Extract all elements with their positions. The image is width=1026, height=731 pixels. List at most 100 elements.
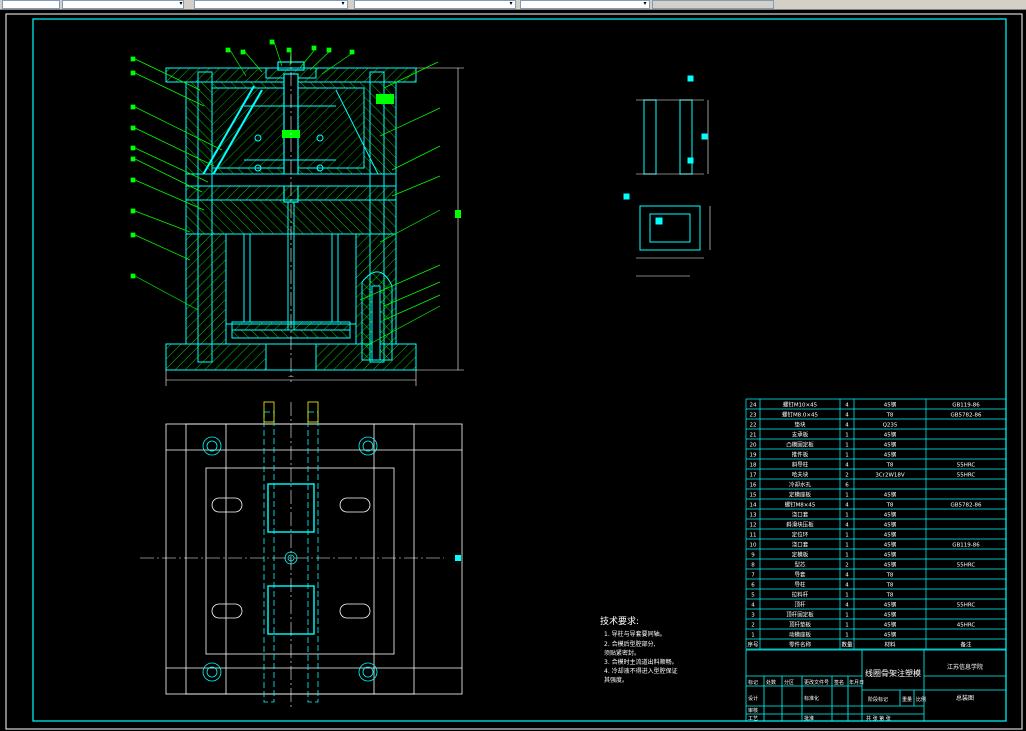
part-name: 定模板 <box>792 551 809 559</box>
part-name: 浇口套 <box>792 511 809 519</box>
part-material: T8 <box>886 503 894 509</box>
part-name: 凸模固定板 <box>786 441 814 449</box>
header-note: 备注 <box>960 641 972 649</box>
part-number: 10 <box>750 543 757 549</box>
part-name: 顶杆固定板 <box>786 611 814 619</box>
tech-req-item: 1. 导柱与导套要同轴。 <box>604 630 666 638</box>
review-label: 审核 <box>748 707 758 714</box>
part-name: 浇口套 <box>792 541 809 549</box>
part-qty: 4 <box>845 463 849 469</box>
part-note: GB119-86 <box>952 403 980 409</box>
part-number: 3 <box>751 613 755 619</box>
part-number: 21 <box>750 433 757 439</box>
tech-req-title: 技术要求: <box>600 615 639 627</box>
part-material: T8 <box>886 463 894 469</box>
part-name: 顶杆 <box>794 601 806 609</box>
row-label: 分区 <box>784 679 794 686</box>
design-label: 设计 <box>748 695 758 702</box>
part-qty: 4 <box>845 583 849 589</box>
cad-drawing: --- 技术要求: 1. 导柱与导套要同轴。 2. 合模后型腔部分, 须贴紧密封… <box>5 13 1023 730</box>
design-label: 标准化 <box>804 695 819 702</box>
part-qty: 1 <box>845 533 849 539</box>
tech-req-item: 4. 冷却液不得进入型腔保证 <box>604 667 678 675</box>
part-note: GB119-86 <box>952 543 980 549</box>
drawing-canvas[interactable]: --- 技术要求: 1. 导柱与导套要同轴。 2. 合模后型腔部分, 须贴紧密封… <box>0 10 1026 731</box>
part-material: 45钢 <box>884 521 897 529</box>
sheet-name: 总装图 <box>956 694 974 702</box>
part-note: 55HRC <box>957 563 976 569</box>
chevron-down-icon[interactable]: ▾ <box>340 1 346 7</box>
tech-req-item: 3. 合模时主流道出料顺畅。 <box>604 658 678 666</box>
part-qty: 1 <box>845 543 849 549</box>
part-number: 14 <box>750 503 757 509</box>
part-name: 哈夫块 <box>792 471 809 479</box>
part-qty: 1 <box>845 593 849 599</box>
part-qty: 2 <box>845 473 849 479</box>
part-name: 动模座板 <box>789 631 812 639</box>
section-view: --- <box>165 50 464 386</box>
part-material: 45钢 <box>884 631 897 639</box>
row-label: 处数 <box>766 679 776 686</box>
approve-label: 批准 <box>804 715 814 722</box>
part-number: 16 <box>750 483 757 489</box>
part-material: T8 <box>886 413 894 419</box>
layer-dropdown[interactable] <box>194 0 348 9</box>
toolbar-field-2[interactable] <box>62 0 184 9</box>
part-qty: 6 <box>845 483 849 489</box>
part-qty: 4 <box>845 573 849 579</box>
part-material: 45钢 <box>884 401 897 409</box>
part-name: 斜滑块压板 <box>786 521 814 529</box>
part-material: 45钢 <box>884 601 897 609</box>
part-qty: 1 <box>845 453 849 459</box>
part-note: 55HRC <box>957 603 976 609</box>
part-name: 型芯 <box>794 561 806 569</box>
part-number: 12 <box>750 523 757 529</box>
part-number: 23 <box>750 413 757 419</box>
lineweight-dropdown[interactable] <box>652 0 774 9</box>
color-dropdown[interactable] <box>354 0 516 9</box>
dim-label: --- <box>288 374 294 380</box>
part-qty: 2 <box>845 563 849 569</box>
part-note: 45HRC <box>957 623 976 629</box>
part-qty: 4 <box>845 503 849 509</box>
chevron-down-icon[interactable]: ▾ <box>178 1 184 7</box>
part-name: 定模座板 <box>789 491 812 499</box>
part-name: 定位环 <box>792 531 809 539</box>
part-number: 15 <box>750 493 757 499</box>
part-number: 22 <box>750 423 757 429</box>
part-qty: 1 <box>845 493 849 499</box>
part-number: 4 <box>751 603 755 609</box>
part-material: Q235 <box>883 423 898 429</box>
header-material: 材料 <box>884 641 896 649</box>
part-number: 7 <box>751 573 755 579</box>
part-qty: 1 <box>845 623 849 629</box>
title-block: 线圈骨架注塑模 江苏信息学院 总装图 标记 处数 分区 更改文件号 签名 年月日… <box>745 649 1007 722</box>
part-name: 导套 <box>794 571 806 579</box>
stage-label: 重量 <box>902 696 912 703</box>
part-qty: 1 <box>845 433 849 439</box>
header-no: 序号 <box>747 641 759 649</box>
part-name: 拉料杆 <box>792 591 809 599</box>
part-name: 冷却水孔 <box>789 481 812 489</box>
part-number: 5 <box>751 593 755 599</box>
part-number: 11 <box>750 533 757 539</box>
part-qty: 1 <box>845 553 849 559</box>
chevron-down-icon[interactable]: ▾ <box>642 1 648 7</box>
part-note: GB5782-86 <box>950 413 982 419</box>
part-number: 13 <box>750 513 757 519</box>
linetype-dropdown[interactable] <box>520 0 650 9</box>
part-material: 45钢 <box>884 551 897 559</box>
part-qty: 4 <box>845 413 849 419</box>
tech-req-item: 须贴紧密封。 <box>604 649 640 657</box>
part-number: 9 <box>751 553 755 559</box>
toolbar-field-1[interactable] <box>2 0 60 9</box>
part-name: 支承板 <box>792 431 809 439</box>
part-material: 45钢 <box>884 531 897 539</box>
part-material: 45钢 <box>884 511 897 519</box>
part-material: 45钢 <box>884 451 897 459</box>
detail-view-2 <box>623 193 711 277</box>
chevron-down-icon[interactable]: ▾ <box>508 1 514 7</box>
top-view <box>140 401 463 710</box>
part-name: 螺钉M10×45 <box>783 401 818 409</box>
part-number: 17 <box>750 473 757 479</box>
